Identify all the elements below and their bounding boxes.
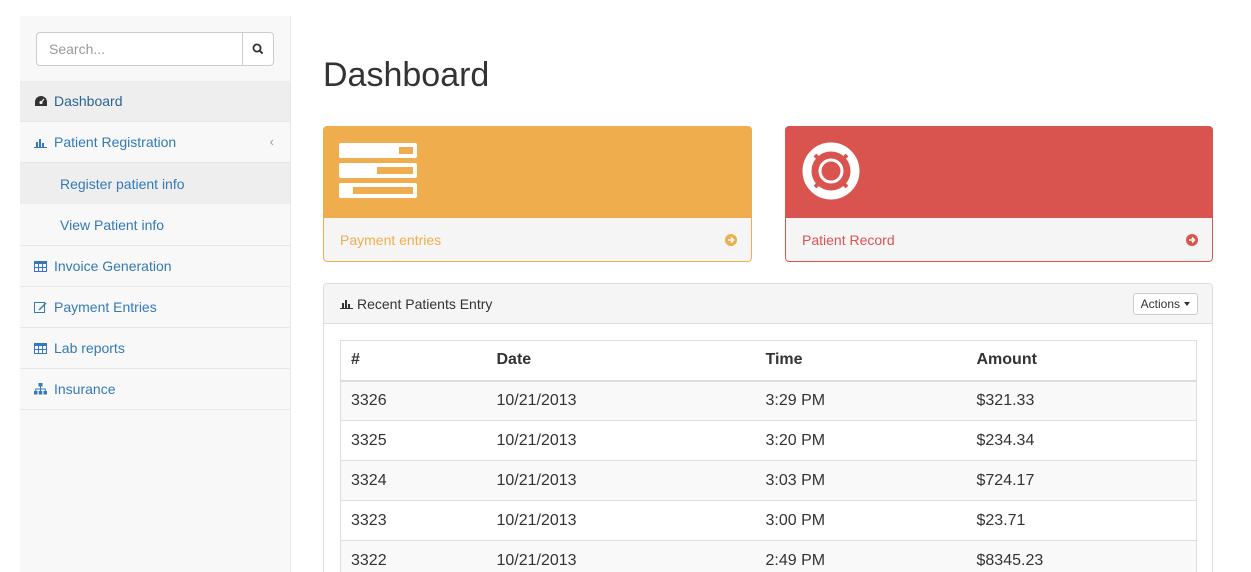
card-footer[interactable]: Patient Record	[785, 218, 1213, 262]
sidebar-item-insurance[interactable]: Insurance	[20, 369, 290, 410]
tasks-icon	[339, 143, 417, 198]
top-border	[0, 0, 1251, 8]
sidebar-item-label: Lab reports	[54, 340, 125, 356]
patient-record-card[interactable]: Patient Record	[785, 126, 1213, 262]
cell-id: 3323	[340, 500, 487, 541]
sidebar-item-label: Dashboard	[54, 93, 123, 109]
table-row[interactable]: 3325 10/21/2013 3:20 PM $234.34	[340, 420, 1197, 461]
cell-id: 3324	[340, 460, 487, 501]
sidebar-item-patient-registration[interactable]: Patient Registration ‹	[20, 122, 290, 163]
dashboard-icon	[34, 95, 50, 107]
card-label: Patient Record	[802, 231, 895, 248]
cell-time: 3:03 PM	[755, 460, 967, 501]
life-ring-icon	[802, 142, 860, 200]
cell-date: 10/21/2013	[486, 460, 756, 501]
arrow-circle-right-icon	[1186, 233, 1198, 246]
search-icon	[252, 43, 264, 55]
sidebar-item-label: Insurance	[54, 381, 116, 397]
cell-time: 3:20 PM	[755, 420, 967, 461]
caret-down-icon	[1184, 301, 1190, 306]
table-icon	[34, 342, 50, 354]
sidebar: Dashboard Patient Registration ‹ Registe…	[20, 16, 291, 572]
sitemap-icon	[34, 383, 50, 395]
cell-amount: $321.33	[966, 380, 1197, 421]
table-row[interactable]: 3323 10/21/2013 3:00 PM $23.71	[340, 500, 1197, 541]
cell-amount: $8345.23	[966, 540, 1197, 572]
cell-date: 10/21/2013	[486, 500, 756, 541]
recent-patients-table: # Date Time Amount 3326 10/21/2013 3:29 …	[340, 340, 1197, 572]
sidebar-item-label: Register patient info	[60, 175, 185, 192]
cell-date: 10/21/2013	[486, 540, 756, 572]
edit-icon	[34, 301, 50, 313]
cell-time: 2:49 PM	[755, 540, 967, 572]
card-label: Payment entries	[340, 231, 442, 248]
column-header[interactable]: Time	[755, 340, 967, 382]
cell-amount: $724.17	[966, 460, 1197, 501]
sidebar-item-dashboard[interactable]: Dashboard	[20, 81, 290, 122]
page-title: Dashboard	[323, 56, 490, 94]
card-header	[785, 126, 1213, 218]
cell-amount: $234.34	[966, 420, 1197, 461]
cell-id: 3326	[340, 380, 487, 421]
sidebar-item-label: Invoice Generation	[54, 258, 172, 274]
panel-title-text: Recent Patients Entry	[357, 295, 493, 312]
bar-chart-icon	[340, 300, 353, 309]
payment-entries-card[interactable]: Payment entries	[323, 126, 752, 262]
sidebar-item-register-patient-info[interactable]: Register patient info	[20, 163, 290, 204]
cell-time: 3:00 PM	[755, 500, 967, 541]
cell-time: 3:29 PM	[755, 380, 967, 421]
sidebar-item-label: Patient Registration	[54, 134, 177, 150]
chevron-left-icon[interactable]: ‹	[270, 134, 274, 149]
sidebar-item-label: View Patient info	[60, 216, 165, 233]
arrow-circle-right-icon	[725, 233, 737, 246]
table-header-row: # Date Time Amount	[340, 340, 1197, 382]
actions-dropdown-button[interactable]: Actions	[1132, 292, 1198, 315]
panel-title: Recent Patients Entry	[340, 296, 492, 312]
table-row[interactable]: 3324 10/21/2013 3:03 PM $724.17	[340, 460, 1197, 501]
column-header[interactable]: Date	[486, 340, 756, 382]
cell-amount: $23.71	[966, 500, 1197, 541]
recent-patients-panel: Recent Patients Entry Actions # Date Tim…	[323, 283, 1213, 572]
sidebar-nav: Dashboard Patient Registration ‹ Registe…	[20, 81, 290, 410]
sidebar-submenu: Register patient info View Patient info	[20, 163, 290, 246]
table-row[interactable]: 3322 10/21/2013 2:49 PM $8345.23	[340, 540, 1197, 572]
actions-label: Actions	[1140, 296, 1180, 311]
table-row[interactable]: 3326 10/21/2013 3:29 PM $321.33	[340, 380, 1197, 421]
sidebar-item-label: Payment Entries	[54, 299, 157, 315]
search-group	[36, 32, 274, 66]
cell-id: 3322	[340, 540, 487, 572]
cell-id: 3325	[340, 420, 487, 461]
card-footer[interactable]: Payment entries	[323, 218, 752, 262]
panel-heading: Recent Patients Entry Actions	[324, 284, 1212, 324]
cell-date: 10/21/2013	[486, 380, 756, 421]
sidebar-item-invoice-generation[interactable]: Invoice Generation	[20, 246, 290, 287]
column-header[interactable]: #	[340, 340, 487, 382]
table-icon	[34, 260, 50, 272]
cell-date: 10/21/2013	[486, 420, 756, 461]
sidebar-item-payment-entries[interactable]: Payment Entries	[20, 287, 290, 328]
search-button[interactable]	[242, 32, 274, 66]
column-header[interactable]: Amount	[966, 340, 1197, 382]
bar-chart-icon	[34, 137, 50, 148]
card-header	[323, 126, 752, 218]
sidebar-item-view-patient-info[interactable]: View Patient info	[20, 204, 290, 245]
sidebar-item-lab-reports[interactable]: Lab reports	[20, 328, 290, 369]
search-input[interactable]	[36, 32, 242, 66]
